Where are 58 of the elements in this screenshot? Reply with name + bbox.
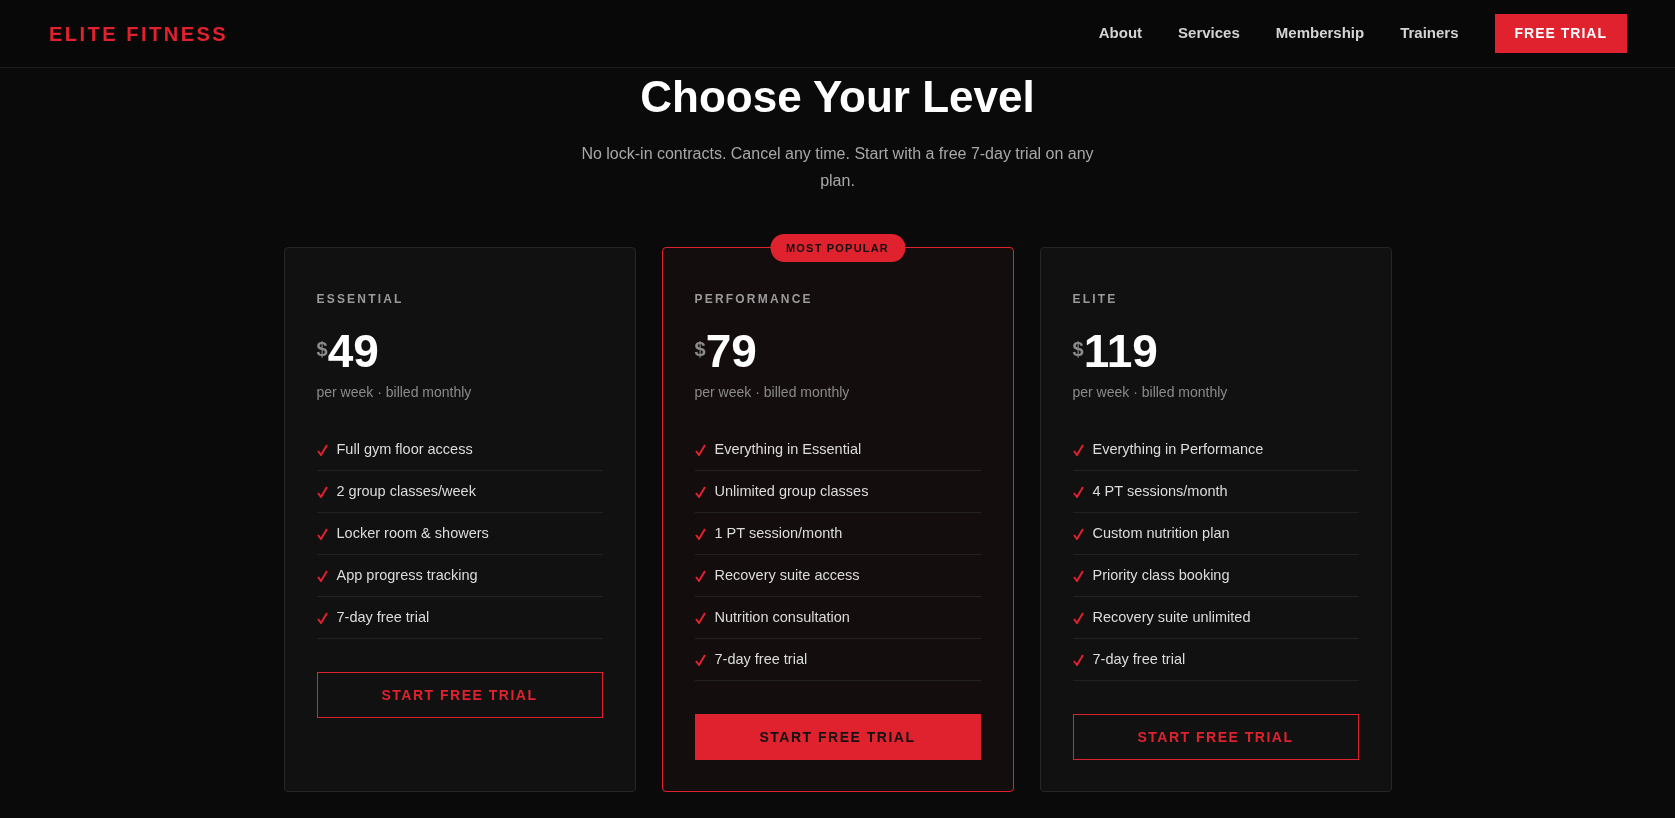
feature-text: Unlimited group classes [714, 481, 869, 501]
start-trial-button[interactable]: START FREE TRIAL [694, 714, 981, 760]
free-trial-button[interactable]: FREE TRIAL [1494, 14, 1627, 53]
start-trial-button[interactable]: START FREE TRIAL [1072, 714, 1359, 760]
billing-period: per week · billed monthly [694, 383, 851, 402]
currency-symbol: $ [694, 338, 706, 360]
plan-price: 79 [705, 326, 757, 376]
check-icon [694, 527, 706, 540]
popular-badge: MOST POPULAR [770, 234, 905, 262]
billing-period: per week · billed monthly [1072, 383, 1229, 402]
check-icon [316, 485, 328, 498]
check-icon [1072, 443, 1084, 456]
billing-period: per week · billed monthly [316, 383, 473, 402]
plan-name: PERFORMANCE [694, 291, 814, 308]
check-icon [316, 611, 328, 624]
nav-link[interactable]: Trainers [1400, 22, 1459, 45]
plan-price: 119 [1083, 326, 1158, 376]
feature-text: 2 group classes/week [336, 481, 476, 501]
feature-text: 1 PT session/month [714, 523, 843, 543]
currency-symbol: $ [316, 338, 328, 360]
check-icon [694, 569, 706, 582]
plan-price: 49 [327, 326, 379, 376]
feature-text: Locker room & showers [336, 523, 489, 543]
check-icon [1072, 653, 1084, 666]
check-icon [694, 485, 706, 498]
feature-text: Everything in Essential [714, 439, 862, 459]
plan-name: ESSENTIAL [316, 291, 405, 308]
feature-text: 7-day free trial [1092, 649, 1186, 669]
start-trial-button[interactable]: START FREE TRIAL [316, 672, 603, 718]
feature-text: Custom nutrition plan [1092, 523, 1230, 543]
feature-text: App progress tracking [336, 565, 478, 585]
feature-text: Priority class booking [1092, 565, 1230, 585]
feature-text: 7-day free trial [336, 607, 430, 627]
check-icon [316, 569, 328, 582]
check-icon [1072, 569, 1084, 582]
check-icon [1072, 611, 1084, 624]
nav-link[interactable]: Membership [1275, 22, 1365, 45]
feature-text: Full gym floor access [336, 439, 473, 459]
feature-text: Nutrition consultation [714, 607, 850, 627]
logo[interactable]: ELITE FITNESS [49, 18, 229, 49]
check-icon [1072, 527, 1084, 540]
feature-text: 7-day free trial [714, 649, 808, 669]
check-icon [694, 611, 706, 624]
check-icon [694, 443, 706, 456]
feature-text: Recovery suite unlimited [1092, 607, 1251, 627]
feature-text: Recovery suite access [714, 565, 860, 585]
check-icon [316, 443, 328, 456]
check-icon [316, 527, 328, 540]
nav-link[interactable]: Services [1178, 22, 1240, 45]
page-subtitle: No lock-in contracts. Cancel any time. Start with a free 7-day trial on any plan. [580, 144, 1095, 191]
feature-text: Everything in Performance [1092, 439, 1264, 459]
currency-symbol: $ [1072, 338, 1084, 360]
check-icon [694, 653, 706, 666]
page-title: Choose Your Level [640, 71, 1035, 123]
nav-link[interactable]: About [1098, 22, 1143, 45]
feature-text: 4 PT sessions/month [1092, 481, 1228, 501]
check-icon [1072, 485, 1084, 498]
plan-name: ELITE [1072, 291, 1119, 308]
